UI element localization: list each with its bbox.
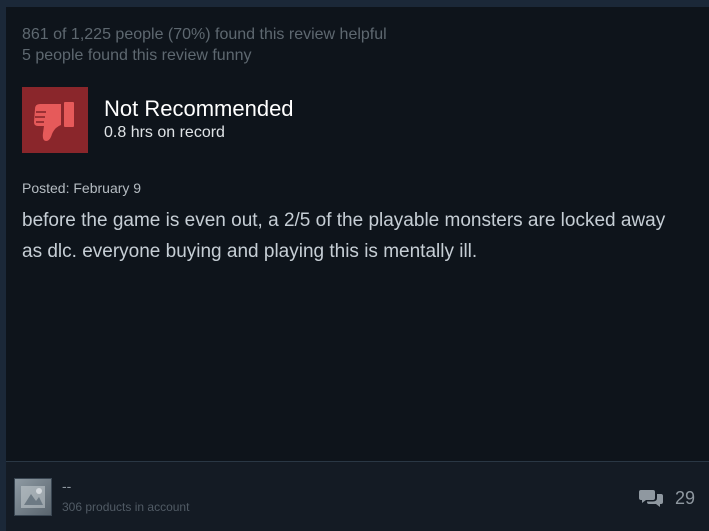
posted-date: Posted: February 9: [22, 180, 142, 196]
review-card: 861 of 1,225 people (70%) found this rev…: [6, 7, 709, 531]
comments-button[interactable]: 29: [638, 488, 695, 508]
hours-on-record: 0.8 hrs on record: [104, 124, 225, 141]
thumbs-down-badge[interactable]: [22, 87, 88, 153]
author-product-count: 306 products in account: [62, 500, 190, 514]
thumbs-down-icon: [34, 102, 74, 141]
review-footer: -- 306 products in account 29: [6, 462, 709, 531]
comment-count: 29: [674, 488, 695, 508]
avatar[interactable]: [14, 478, 52, 516]
helpful-count-text: 861 of 1,225 people (70%) found this rev…: [22, 26, 387, 43]
funny-count-text: 5 people found this review funny: [22, 47, 252, 64]
review-body: before the game is even out, a 2/5 of th…: [22, 210, 666, 262]
author-name[interactable]: --: [62, 478, 71, 494]
review-verdict[interactable]: Not Recommended: [104, 97, 294, 121]
comments-icon: [638, 490, 663, 507]
helpfulness-summary: 861 of 1,225 people (70%) found this rev…: [22, 24, 387, 66]
avatar-image-icon: [21, 486, 45, 508]
